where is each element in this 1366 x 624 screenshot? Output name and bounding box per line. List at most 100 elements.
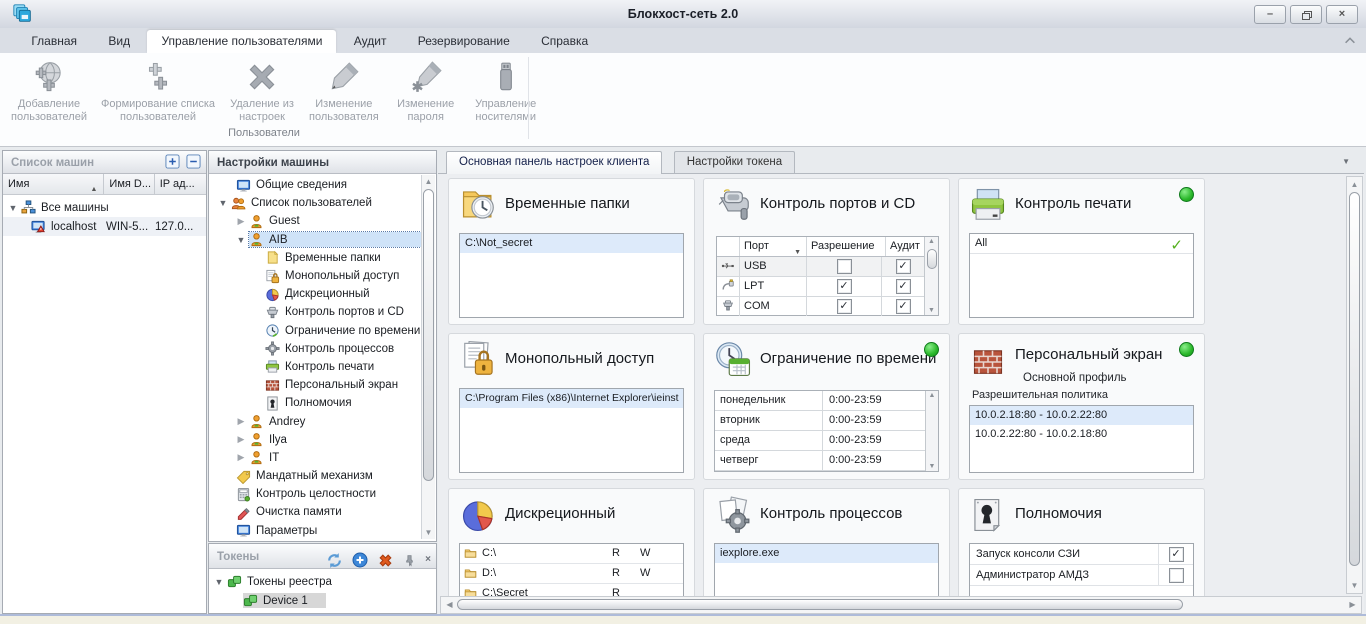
- scroll-up-icon[interactable]: ▲: [1348, 178, 1361, 191]
- tree-item-ports-cd[interactable]: Контроль портов и CD: [209, 303, 421, 321]
- list-item[interactable]: C:\Program Files (x86)\Internet Explorer…: [460, 389, 683, 408]
- list-item-c-drive[interactable]: C:\ R W: [460, 544, 683, 564]
- table-row-wednesday[interactable]: среда 0:00-23:59: [715, 431, 925, 451]
- tab-main-client-settings[interactable]: Основная панель настроек клиента: [446, 151, 663, 174]
- tree-item-guest[interactable]: ▶ Guest: [209, 212, 421, 230]
- add-circle-icon[interactable]: [352, 552, 368, 568]
- time-table-scrollbar[interactable]: ▲ ▼: [925, 391, 938, 471]
- scroll-up-icon[interactable]: ▲: [925, 238, 938, 245]
- edit-user-button[interactable]: Изменение пользователя: [302, 56, 386, 127]
- tab-view[interactable]: Вид: [94, 30, 144, 53]
- column-port[interactable]: Порт ▼: [740, 237, 807, 256]
- tree-item-mandatory[interactable]: Мандатный механизм: [209, 467, 421, 485]
- list-item[interactable]: C:\Not_secret: [460, 234, 683, 253]
- list-item[interactable]: iexplore.exe: [715, 544, 938, 563]
- tree-item-device-1[interactable]: Device 1: [209, 591, 436, 610]
- checkbox-console-launch[interactable]: [1168, 546, 1184, 562]
- tree-item-process-control[interactable]: Контроль процессов: [209, 340, 421, 358]
- table-row-usb[interactable]: USB: [717, 257, 924, 277]
- settings-tree-scrollbar[interactable]: ▲ ▼: [421, 175, 435, 539]
- scroll-down-icon[interactable]: ▼: [926, 463, 938, 470]
- list-item[interactable]: 10.0.2.22:80 - 10.0.2.18:80: [970, 425, 1193, 444]
- tree-item-parameters[interactable]: Параметры: [209, 522, 421, 540]
- expander-icon[interactable]: ▶: [233, 416, 249, 427]
- delete-cross-icon[interactable]: [377, 552, 394, 569]
- checkbox-com-allow[interactable]: [836, 299, 852, 314]
- scroll-right-icon[interactable]: ▶: [1346, 598, 1359, 611]
- scroll-up-icon[interactable]: ▲: [926, 392, 938, 399]
- remove-from-settings-button[interactable]: Удаление из настроек: [222, 56, 302, 127]
- list-item-c-secret[interactable]: C:\Secret R: [460, 584, 683, 596]
- dropdown-icon[interactable]: ▼: [794, 243, 801, 256]
- close-panel-icon[interactable]: ×: [425, 548, 431, 572]
- expander-icon[interactable]: ▼: [233, 235, 249, 245]
- expander-icon[interactable]: ▼: [215, 198, 231, 208]
- scroll-down-icon[interactable]: ▼: [925, 307, 938, 314]
- tree-item-privileges[interactable]: Полномочия: [209, 394, 421, 412]
- plus-box-icon[interactable]: [165, 154, 180, 169]
- expander-icon[interactable]: ▶: [233, 434, 249, 445]
- tree-item-exclusive-access[interactable]: Монопольный доступ: [209, 267, 421, 285]
- list-item[interactable]: 10.0.2.18:80 - 10.0.2.22:80: [970, 406, 1193, 425]
- tree-item-personal-firewall[interactable]: Персональный экран: [209, 376, 421, 394]
- tree-item-time-limit[interactable]: Ограничение по времени: [209, 322, 421, 340]
- tree-item-memory-clean[interactable]: Очистка памяти: [209, 503, 421, 521]
- tree-item-all-machines[interactable]: ▼ Все машины: [3, 198, 206, 217]
- scroll-up-icon[interactable]: ▲: [422, 175, 435, 188]
- ribbon-collapse-button[interactable]: [1342, 34, 1358, 48]
- manage-media-button[interactable]: Управление носителями: [466, 56, 546, 127]
- checkbox-lpt-audit[interactable]: [895, 279, 911, 294]
- column-domain[interactable]: Имя D...: [104, 174, 155, 194]
- tree-item-registry-tokens[interactable]: ▼ Токены реестра: [209, 572, 436, 591]
- table-row-tuesday[interactable]: вторник 0:00-23:59: [715, 411, 925, 431]
- list-item-console-launch[interactable]: Запуск консоли СЗИ: [970, 544, 1193, 565]
- table-row-monday[interactable]: понедельник 0:00-23:59: [715, 391, 925, 411]
- tab-token-settings[interactable]: Настройки токена: [673, 151, 796, 173]
- tree-item-temp-folders[interactable]: Временные папки: [209, 249, 421, 267]
- tree-item-print-control[interactable]: Контроль печати: [209, 358, 421, 376]
- scrollbar-thumb[interactable]: [927, 249, 937, 269]
- column-allow[interactable]: Разрешение: [807, 237, 886, 256]
- ports-table-scrollbar[interactable]: ▲ ▼: [924, 237, 938, 315]
- checkbox-usb-allow[interactable]: [836, 259, 852, 274]
- tree-item-integrity[interactable]: Контроль целостности: [209, 485, 421, 503]
- expander-icon[interactable]: ▶: [233, 452, 249, 463]
- tree-item-localhost[interactable]: localhost WIN-5... 127.0...: [3, 217, 206, 236]
- expander-icon[interactable]: ▶: [233, 216, 249, 227]
- checkbox-amdz-admin[interactable]: [1168, 567, 1184, 583]
- checkbox-usb-audit[interactable]: [895, 259, 911, 274]
- close-button[interactable]: ×: [1326, 5, 1358, 24]
- pin-icon[interactable]: [403, 554, 416, 567]
- minus-box-icon[interactable]: [186, 154, 201, 169]
- column-audit[interactable]: Аудит: [886, 237, 924, 256]
- scrollbar-thumb[interactable]: [423, 189, 434, 481]
- scroll-down-icon[interactable]: ▼: [422, 526, 435, 539]
- tree-item-discretionary[interactable]: Дискреционный: [209, 285, 421, 303]
- add-users-button[interactable]: Добавление пользователей: [4, 56, 94, 127]
- table-row-com[interactable]: COM: [717, 297, 924, 316]
- column-name[interactable]: Имя ▲: [3, 174, 105, 194]
- expander-icon[interactable]: ▼: [5, 203, 21, 213]
- tab-help[interactable]: Справка: [527, 30, 602, 53]
- tree-item-ilya[interactable]: ▶ Ilya: [209, 431, 421, 449]
- tree-item-user-list[interactable]: ▼ Список пользователей: [209, 194, 421, 212]
- main-vertical-scrollbar[interactable]: ▲ ▼: [1346, 176, 1363, 594]
- scrollbar-thumb[interactable]: [457, 599, 1183, 610]
- table-row-lpt[interactable]: LPT: [717, 277, 924, 297]
- list-item-amdz-admin[interactable]: Администратор АМДЗ: [970, 565, 1193, 586]
- tab-overflow-dropdown-icon[interactable]: ▼: [1342, 157, 1350, 166]
- tree-item-it[interactable]: ▶ IT: [209, 449, 421, 467]
- main-horizontal-scrollbar[interactable]: ◀ ▶: [440, 596, 1362, 614]
- refresh-icon[interactable]: [326, 552, 343, 569]
- tree-item-general-info[interactable]: Общие сведения: [209, 176, 421, 194]
- list-item-d-drive[interactable]: D:\ R W: [460, 564, 683, 584]
- tree-item-andrey[interactable]: ▶ Andrey: [209, 412, 421, 430]
- column-ip[interactable]: IP ад...: [155, 174, 206, 194]
- tree-item-aib[interactable]: ▼ AIB: [209, 231, 421, 249]
- table-row-thursday[interactable]: четверг 0:00-23:59: [715, 451, 925, 471]
- checkbox-com-audit[interactable]: [895, 299, 911, 314]
- tab-backup[interactable]: Резервирование: [404, 30, 524, 53]
- restore-button[interactable]: [1290, 5, 1322, 24]
- tab-audit[interactable]: Аудит: [340, 30, 401, 53]
- checkbox-lpt-allow[interactable]: [836, 279, 852, 294]
